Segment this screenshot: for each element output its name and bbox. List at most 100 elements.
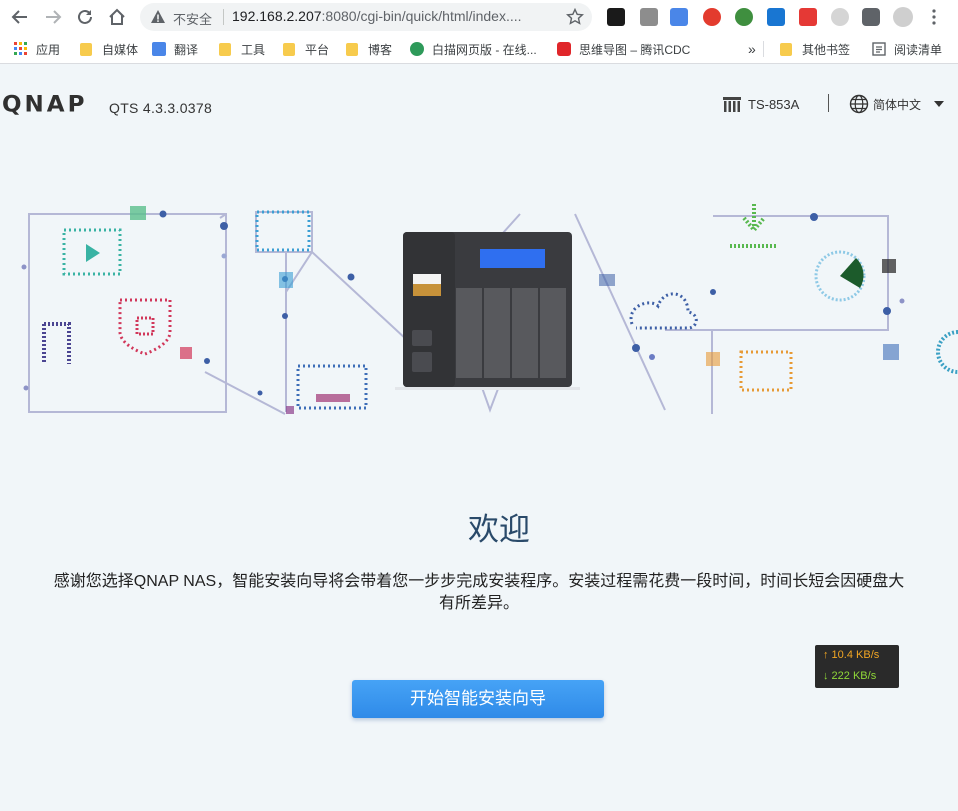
reload-button[interactable] (73, 5, 97, 29)
more-vert-icon (932, 9, 936, 25)
bookmark-label: 应用 (36, 42, 61, 57)
bookmark-baimiao[interactable]: 白描网页版 - 在线... (410, 40, 537, 58)
upload-speed: ↑ 10.4 KB/s (823, 649, 880, 661)
hero-illustration (21, 204, 958, 415)
ring-dots (936, 330, 958, 374)
extension-translate-icon[interactable] (670, 8, 688, 26)
extension-cloud-icon[interactable] (831, 8, 849, 26)
bookmark-mindmap[interactable]: 思维导图 – 腾讯CDC (557, 40, 690, 58)
extension-cat-icon[interactable] (607, 8, 625, 26)
shield-dots (118, 298, 172, 356)
black-dots (882, 259, 896, 273)
url-text[interactable]: 192.168.2.207:8080/cgi-bin/quick/html/in… (232, 8, 522, 24)
blue-dots (279, 272, 293, 288)
bookmark-label: 平台 (305, 42, 330, 57)
cloud-dots (629, 292, 698, 330)
forward-button[interactable] (41, 5, 65, 29)
folder-icon (80, 42, 92, 56)
welcome-title: 欢迎 (468, 512, 530, 547)
bookmark-label: 其他书签 (802, 42, 851, 57)
pie-slice-dots (840, 258, 864, 288)
bookmarks-divider (763, 41, 764, 57)
language-selector[interactable]: 简体中文 (849, 94, 945, 114)
omnibox-divider (223, 9, 224, 25)
extension-j-icon[interactable] (767, 8, 785, 26)
globe-icon (849, 94, 869, 114)
star-icon[interactable] (566, 8, 584, 26)
profile-avatar[interactable] (893, 7, 913, 27)
header-divider (828, 94, 829, 112)
apps-grid-icon (14, 42, 27, 55)
back-button[interactable] (8, 5, 32, 29)
extension-weibo-icon[interactable] (703, 8, 721, 26)
qnap-welcome-page: QNAP QTS 4.3.3.0378 TS-853A 简体中文 欢迎 感谢您选… (0, 64, 958, 811)
chat-dots (255, 210, 311, 252)
arrow-right-icon (46, 10, 62, 24)
download-speed: ↓ 222 KB/s (823, 670, 877, 682)
bookmark-label: 白描网页版 - 在线... (432, 42, 537, 57)
tape-inner-dots (316, 394, 350, 402)
bookmark-label: 翻译 (174, 42, 199, 57)
description-line-2: 有所差异。 (438, 595, 519, 612)
model-label: TS-853A (748, 96, 800, 112)
bookmark-folder-blog[interactable]: 博客 (346, 40, 392, 58)
bookmark-folder-platform[interactable]: 平台 (283, 40, 329, 58)
insecure-label: 不安全 (173, 12, 213, 27)
reading-list-button[interactable]: 阅读清单 (872, 40, 942, 58)
play-icon (86, 244, 100, 262)
qts-version: QTS 4.3.3.0378 (109, 100, 213, 116)
mindmap-icon (557, 42, 571, 56)
browser-toolbar: 不安全 192.168.2.207:8080/cgi-bin/quick/htm… (0, 0, 958, 34)
bookmark-folder-tools[interactable]: 工具 (219, 40, 265, 58)
purple-dots (286, 406, 294, 414)
green-dots (130, 206, 146, 220)
description-line-1: 感谢您选择QNAP NAS，智能安装向导将会带着您一步步完成安装程序。安装过程需… (53, 573, 905, 590)
extension-copy-icon[interactable] (640, 8, 658, 26)
shield-inner-dots (135, 316, 155, 336)
folder-icon (780, 42, 792, 56)
bookmark-apps[interactable]: 应用 (14, 40, 60, 58)
download-arrow-dots (730, 204, 778, 248)
cloud-side-dots (599, 274, 615, 286)
bookmark-label: 博客 (368, 42, 393, 57)
reading-list-icon (872, 42, 886, 56)
folder-icon (346, 42, 358, 56)
warning-icon[interactable] (150, 9, 166, 25)
bookmark-folder-other[interactable]: 其他书签 (780, 40, 850, 58)
url-path: :8080/cgi-bin/quick/html/index.... (321, 8, 522, 24)
folder-icon (283, 42, 295, 56)
address-bar[interactable]: 不安全 192.168.2.207:8080/cgi-bin/quick/htm… (140, 3, 592, 31)
welcome-description: 感谢您选择QNAP NAS，智能安装向导将会带着您一步步完成安装程序。安装过程需… (0, 571, 958, 615)
nas-device-icon (723, 97, 741, 112)
network-speed-overlay: ↑ 10.4 KB/s ↓ 222 KB/s (815, 645, 899, 688)
home-button[interactable] (105, 5, 129, 29)
extensions-puzzle-icon[interactable] (862, 8, 880, 26)
bookmark-label: 思维导图 – 腾讯CDC (579, 42, 691, 57)
music-note-dots (42, 322, 71, 364)
nas-device-illustration (395, 232, 580, 390)
bookmark-label: 阅读清单 (894, 42, 943, 57)
caret-down-icon (934, 101, 945, 107)
bookmarks-bar: 应用 自媒体 翻译 工具 平台 博客 白描网页版 - 在线... 思维导图 – … (0, 34, 958, 64)
start-smart-install-button[interactable]: 开始智能安装向导 (352, 680, 604, 718)
red-dots (180, 347, 192, 359)
language-label: 简体中文 (873, 97, 922, 112)
home-icon (109, 8, 125, 25)
arrow-left-icon (11, 10, 27, 24)
bookmark-folder-media[interactable]: 自媒体 (80, 40, 138, 58)
qnap-logo: QNAP (2, 92, 88, 118)
extension-note-icon[interactable] (799, 8, 817, 26)
orange-dots (706, 352, 720, 366)
bookmark-translate[interactable]: 翻译 (152, 40, 198, 58)
nas-model: TS-853A (722, 94, 799, 114)
folder-icon (219, 42, 231, 56)
folder-dots (739, 350, 793, 392)
reload-icon (78, 9, 92, 24)
translate-icon (152, 42, 166, 56)
bookmarks-overflow-button[interactable]: » (748, 40, 756, 58)
extension-globe-icon[interactable] (735, 8, 753, 26)
browser-menu-button[interactable] (932, 9, 936, 25)
blue-cluster-dots (883, 344, 899, 360)
bookmark-label: 自媒体 (102, 42, 139, 57)
bookmark-label: 工具 (241, 42, 266, 57)
